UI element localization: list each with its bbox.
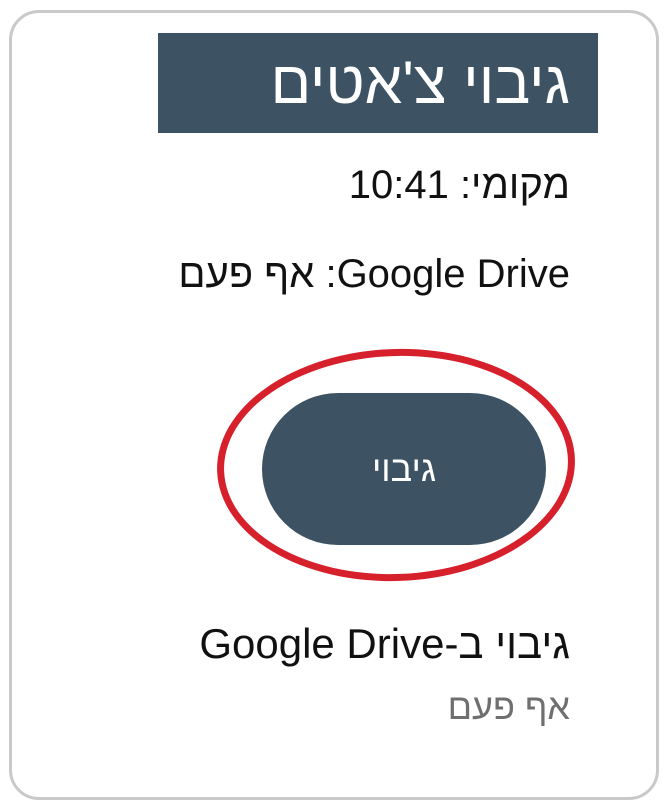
google-drive-backup-setting[interactable]: גיבוי ב-Google Drive אף פעם (199, 620, 570, 728)
google-drive-setting-title: גיבוי ב-Google Drive (199, 620, 570, 667)
google-drive-setting-value: אף פעם (447, 686, 570, 727)
page-title: גיבוי צ'אטים (158, 33, 598, 133)
google-drive-backup-status: Google Drive: אף פעם (178, 252, 570, 296)
local-backup-time: מקומי: 10:41 (348, 163, 570, 207)
backup-button[interactable]: גיבוי (262, 393, 546, 545)
